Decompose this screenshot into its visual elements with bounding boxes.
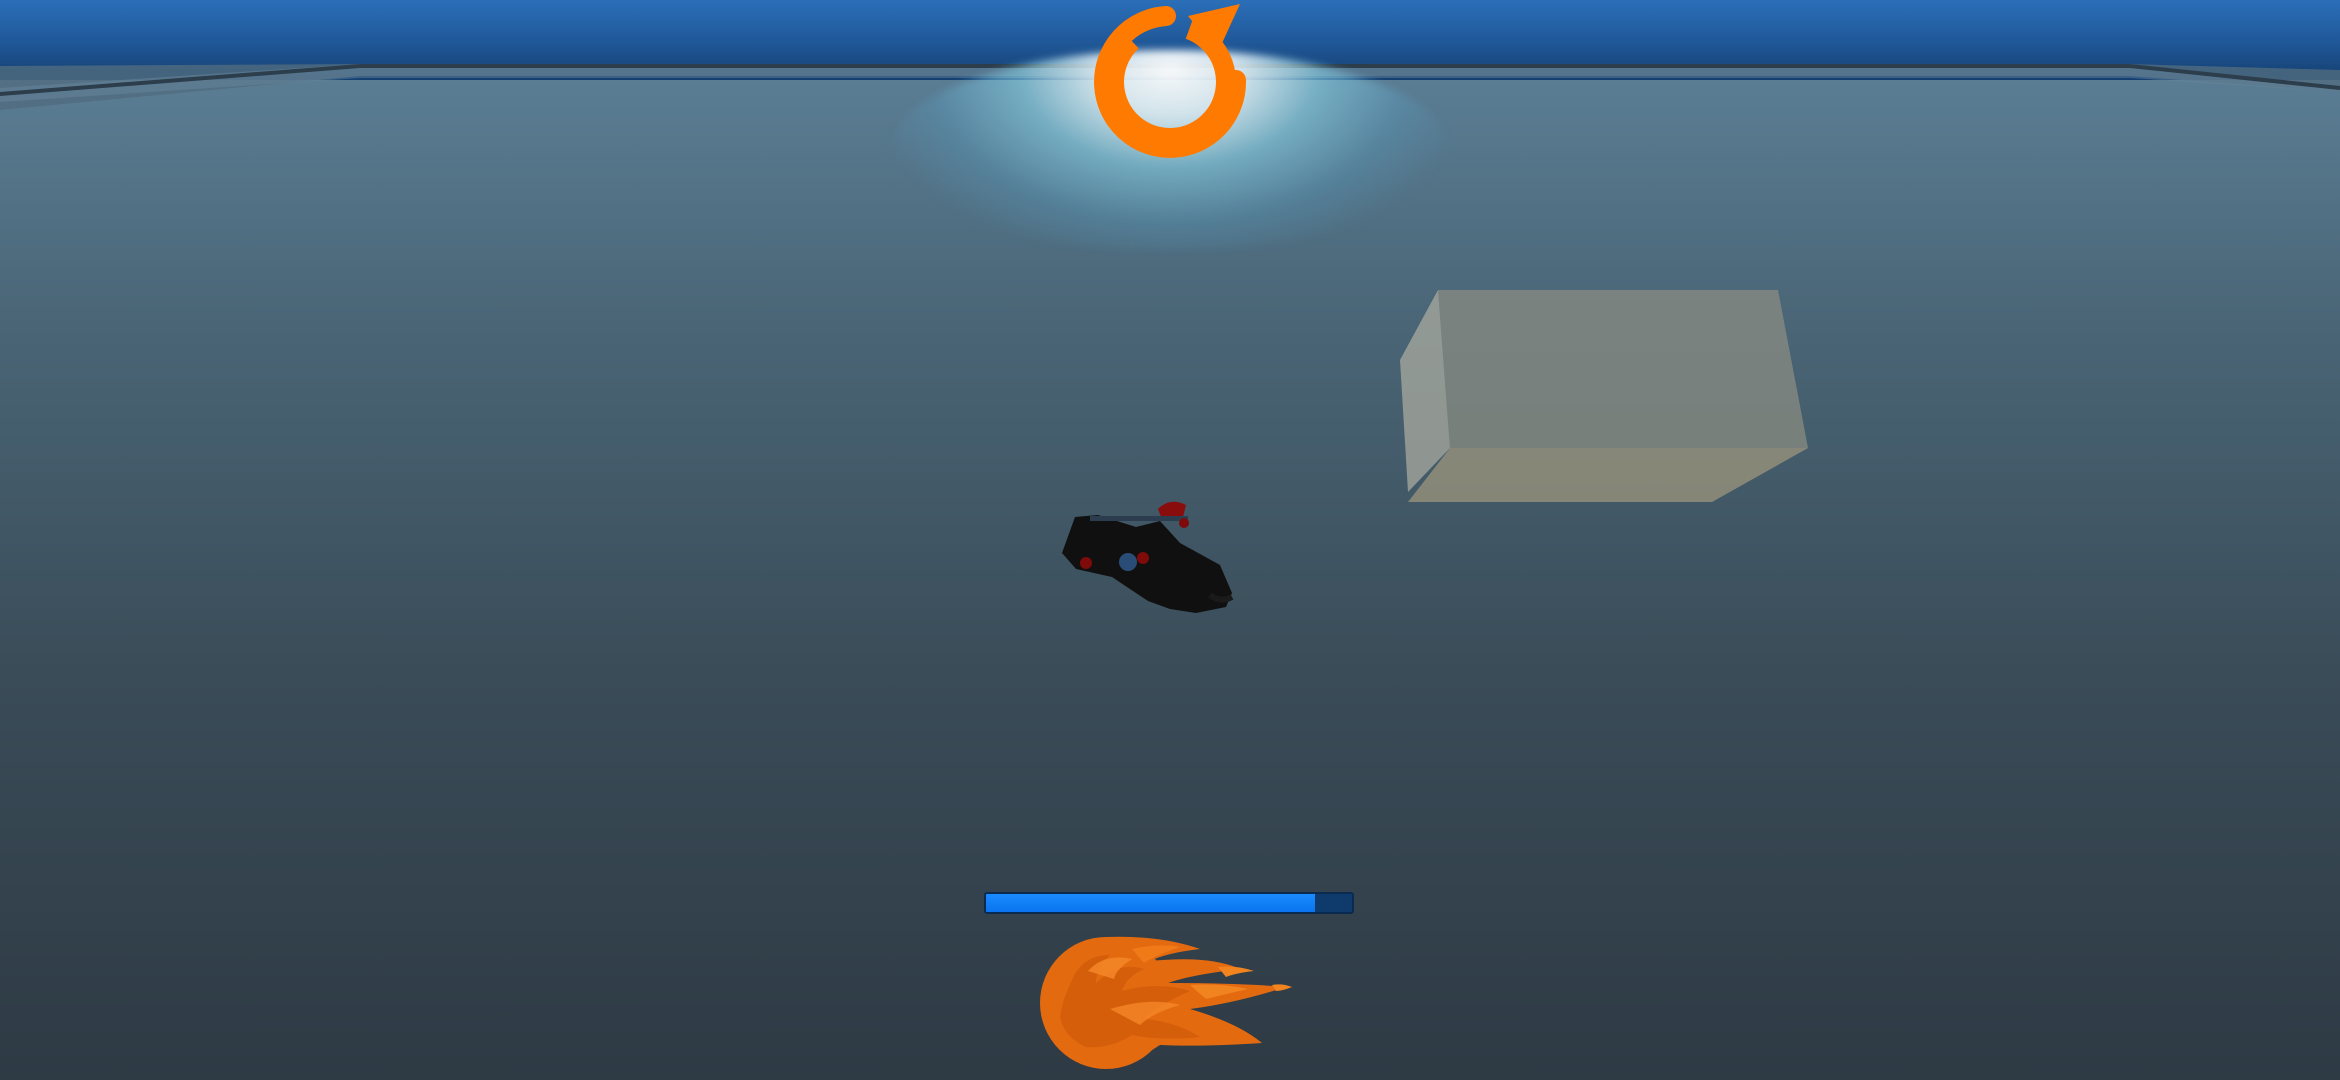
boost-meter (984, 892, 1354, 914)
game-scene (0, 0, 2340, 1080)
player-vehicle (1062, 501, 1234, 613)
boost-button[interactable] (1040, 925, 1300, 1075)
restart-button[interactable] (1090, 2, 1250, 162)
boost-meter-fill (986, 894, 1316, 912)
restart-icon (1094, 4, 1247, 158)
fireball-icon (1040, 936, 1292, 1069)
